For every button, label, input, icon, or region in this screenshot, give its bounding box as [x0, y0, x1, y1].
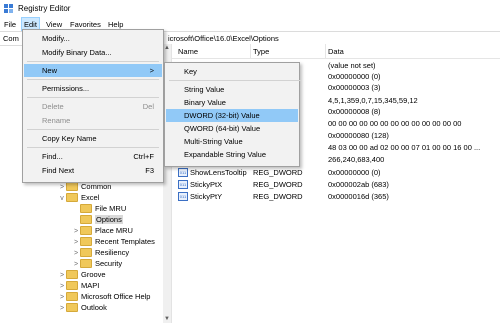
- value-row[interactable]: 011 StickyPtX REG_DWORD 0x000002ab (683): [172, 179, 500, 190]
- title-bar: Registry Editor: [0, 0, 500, 17]
- value-list-header: Name Type Data: [172, 44, 500, 59]
- chevron-right-icon[interactable]: >: [58, 303, 66, 314]
- dword-value-icon: 011: [178, 167, 188, 177]
- dword-value-icon: 011: [178, 179, 188, 189]
- folder-icon: [80, 203, 92, 213]
- column-data[interactable]: Data: [328, 47, 344, 56]
- menu-item-modify[interactable]: Modify...: [24, 32, 162, 45]
- edit-menu: Modify... Modify Binary Data... New > Pe…: [22, 29, 164, 183]
- tree-item-resiliency[interactable]: > Resiliency: [72, 247, 129, 258]
- menu-item-dword-value[interactable]: DWORD (32-bit) Value: [166, 109, 298, 122]
- tree-item-recent-templates[interactable]: > Recent Templates: [72, 236, 155, 247]
- menu-separator: [27, 61, 159, 62]
- tree-item-excel[interactable]: v Excel: [58, 192, 99, 203]
- folder-icon: [80, 225, 92, 235]
- folder-open-icon: [80, 214, 92, 224]
- value-row[interactable]: 011 ShowLensTooltip REG_DWORD 0x00000000 …: [172, 167, 500, 178]
- menu-item-multi-string-value[interactable]: Multi-String Value: [166, 135, 298, 148]
- folder-icon: [66, 269, 78, 279]
- folder-icon: [66, 302, 78, 312]
- menu-separator: [169, 80, 301, 81]
- menu-item-permissions[interactable]: Permissions...: [24, 82, 162, 95]
- tree-item-options[interactable]: Options: [72, 214, 123, 225]
- submenu-arrow-icon: >: [149, 66, 154, 75]
- menu-item-modify-binary-data[interactable]: Modify Binary Data...: [24, 46, 162, 59]
- tree-item-place-mru[interactable]: > Place MRU: [72, 225, 133, 236]
- column-type[interactable]: Type: [253, 47, 269, 56]
- window-title: Registry Editor: [18, 4, 71, 13]
- folder-open-icon: [66, 192, 78, 202]
- tree-item-mapi[interactable]: > MAPI: [58, 280, 99, 291]
- menu-item-find[interactable]: Find... Ctrl+F: [24, 150, 162, 163]
- column-name[interactable]: Name: [178, 47, 198, 56]
- column-divider[interactable]: [325, 44, 326, 58]
- folder-icon: [80, 236, 92, 246]
- menu-item-delete[interactable]: Delete Del: [24, 100, 162, 113]
- scroll-up-icon[interactable]: ▲: [163, 44, 171, 52]
- tree-item-microsoft-office-help[interactable]: > Microsoft Office Help: [58, 291, 150, 302]
- menu-item-find-next[interactable]: Find Next F3: [24, 164, 162, 177]
- menu-help[interactable]: Help: [108, 20, 123, 29]
- tree-item-groove[interactable]: > Groove: [58, 269, 106, 280]
- tree-item-security[interactable]: > Security: [72, 258, 122, 269]
- folder-icon: [80, 258, 92, 268]
- menu-item-rename[interactable]: Rename: [24, 114, 162, 127]
- menu-separator: [27, 129, 159, 130]
- address-label: Com: [3, 34, 19, 43]
- folder-icon: [66, 291, 78, 301]
- menu-item-qword-value[interactable]: QWORD (64-bit) Value: [166, 122, 298, 135]
- scroll-down-icon[interactable]: ▼: [163, 315, 171, 323]
- column-divider[interactable]: [250, 44, 251, 58]
- address-path[interactable]: icrosoft\Office\16.0\Excel\Options: [168, 34, 279, 43]
- menu-file[interactable]: File: [4, 20, 16, 29]
- tree-item-outlook[interactable]: > Outlook: [58, 302, 107, 313]
- menu-item-binary-value[interactable]: Binary Value: [166, 96, 298, 109]
- menu-item-key[interactable]: Key: [166, 65, 298, 78]
- menu-view[interactable]: View: [46, 20, 62, 29]
- dword-value-icon: 011: [178, 191, 188, 201]
- registry-editor-icon: [4, 4, 13, 13]
- menu-item-string-value[interactable]: String Value: [166, 83, 298, 96]
- new-submenu: Key String Value Binary Value DWORD (32-…: [164, 62, 301, 167]
- folder-icon: [66, 280, 78, 290]
- folder-icon: [80, 247, 92, 257]
- value-row[interactable]: 011 StickyPtY REG_DWORD 0x0000016d (365): [172, 191, 500, 202]
- menu-separator: [27, 97, 159, 98]
- menu-separator: [27, 79, 159, 80]
- tree-item-file-mru[interactable]: File MRU: [72, 203, 126, 214]
- menu-separator: [27, 147, 159, 148]
- menu-item-expandable-string-value[interactable]: Expandable String Value: [166, 148, 298, 161]
- menu-item-new[interactable]: New >: [24, 64, 162, 77]
- menu-favorites[interactable]: Favorites: [70, 20, 101, 29]
- menu-item-copy-key-name[interactable]: Copy Key Name: [24, 132, 162, 145]
- chevron-down-icon[interactable]: v: [58, 193, 66, 204]
